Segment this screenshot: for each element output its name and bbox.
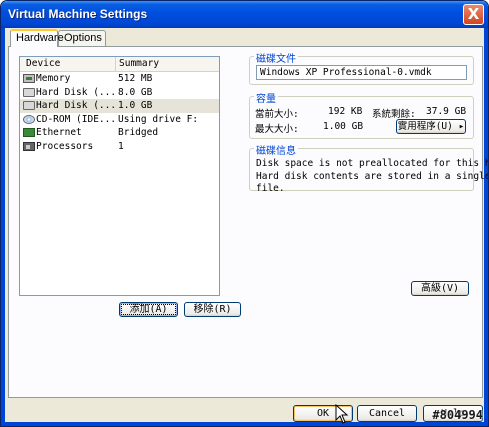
disk-info-legend: 磁碟信息: [254, 142, 298, 157]
free-space-value: 37.9 GB: [426, 106, 467, 117]
max-size-value: 1.00 GB: [323, 121, 364, 132]
column-header-summary[interactable]: Summary: [115, 57, 159, 72]
hard-disk-icon: [23, 101, 35, 110]
max-size-label: 最大大小:: [255, 124, 299, 135]
current-size-label: 當前大小:: [255, 109, 299, 120]
disk-info-line: Hard disk contents are stored in a singl…: [256, 170, 489, 182]
tab-hardware[interactable]: Hardware: [10, 29, 64, 47]
utilities-button[interactable]: 實用程序(U) ▸: [396, 119, 466, 134]
device-name: Memory: [36, 73, 71, 84]
disk-file-field[interactable]: Windows XP Professional-0.vmdk: [256, 65, 467, 80]
add-button[interactable]: 添加(A): [119, 302, 178, 317]
device-row-hard-disk-1[interactable]: Hard Disk (... 8.0 GB: [20, 86, 219, 100]
ethernet-icon: [23, 128, 35, 137]
device-summary: 1.0 GB: [118, 100, 153, 111]
cd-rom-icon: [23, 114, 35, 124]
title-bar[interactable]: Virtual Machine Settings X: [1, 1, 488, 28]
chevron-right-icon: ▸: [452, 121, 465, 132]
hardware-tab-panel: Device Summary Memory 512 MB Hard Disk (…: [8, 46, 488, 398]
disk-file-legend: 磁碟文件: [254, 50, 298, 65]
device-summary: 1: [118, 140, 124, 152]
vm-settings-window: Virtual Machine Settings X Hardware Opti…: [0, 0, 489, 427]
remove-button[interactable]: 移除(R): [184, 302, 241, 317]
disk-info-line: file.: [256, 183, 285, 194]
capacity-legend: 容量: [254, 90, 278, 105]
close-button[interactable]: X: [463, 4, 484, 25]
device-summary: Using drive F:: [118, 113, 199, 125]
mouse-cursor-icon: [335, 404, 349, 424]
current-size-value: 192 KB: [328, 106, 363, 117]
disk-info-group: 磁碟信息 Disk space is not preallocated for …: [249, 142, 488, 194]
memory-icon: [23, 74, 35, 83]
disk-file-group: 磁碟文件 Windows XP Professional-0.vmdk: [249, 50, 474, 85]
device-name: CD-ROM (IDE...: [36, 113, 117, 125]
device-row-ethernet[interactable]: Ethernet Bridged: [20, 126, 219, 140]
disk-info-text: Disk space is not preallocated for this …: [256, 158, 489, 196]
window-frame-left: [1, 28, 5, 426]
device-summary: Bridged: [118, 127, 159, 138]
device-list-header: Device Summary: [20, 57, 219, 72]
device-list[interactable]: Device Summary Memory 512 MB Hard Disk (…: [19, 56, 220, 296]
advanced-button[interactable]: 高級(V): [411, 281, 469, 296]
device-name: Hard Disk (...: [36, 100, 117, 111]
hard-disk-icon: [23, 87, 35, 97]
free-space-label: 系統剩餘:: [372, 109, 416, 120]
cancel-button[interactable]: Cancel: [357, 405, 417, 422]
utilities-button-label: 實用程序(U): [397, 121, 453, 132]
device-row-memory[interactable]: Memory 512 MB: [20, 72, 219, 86]
tab-options[interactable]: Options: [58, 30, 106, 46]
device-row-processors[interactable]: Processors 1: [20, 140, 219, 154]
device-row-cd-rom[interactable]: CD-ROM (IDE... Using drive F:: [20, 113, 219, 127]
device-name: Hard Disk (...: [36, 86, 117, 98]
window-frame-right: [484, 28, 488, 426]
device-name: Ethernet: [36, 127, 82, 138]
device-summary: 512 MB: [118, 73, 153, 84]
device-summary: 8.0 GB: [118, 86, 153, 98]
device-row-hard-disk-2[interactable]: Hard Disk (... 1.0 GB: [20, 99, 219, 113]
processor-icon: [23, 141, 35, 151]
disk-info-line: Disk space is not preallocated for this …: [256, 158, 489, 169]
device-name: Processors: [36, 140, 94, 152]
window-frame-bottom: [1, 422, 488, 426]
capacity-group: 容量 當前大小: 192 KB 系統剩餘: 37.9 GB 最大大小: 1.00…: [249, 90, 474, 139]
column-header-device[interactable]: Device: [26, 58, 60, 69]
window-title: Virtual Machine Settings: [8, 7, 148, 21]
watermark: #804994: [432, 408, 483, 422]
close-icon: X: [467, 5, 480, 23]
